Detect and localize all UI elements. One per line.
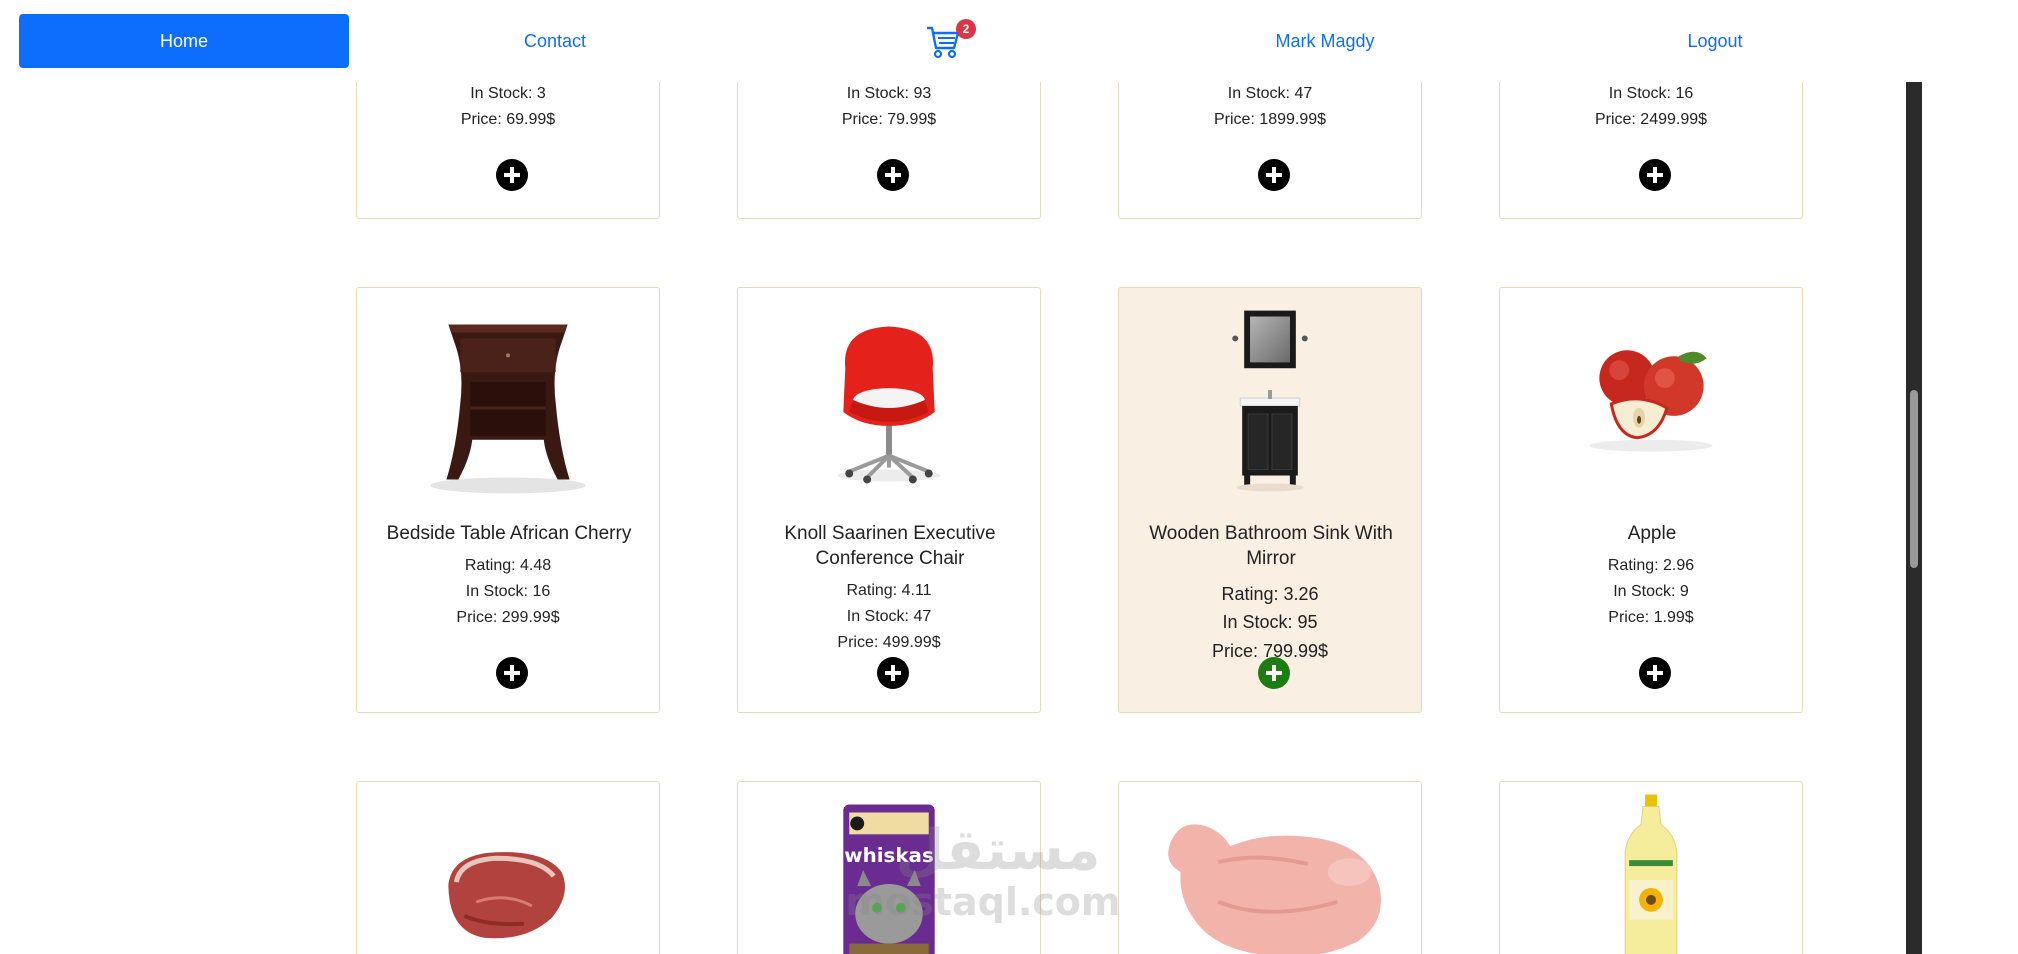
oil-bottle-image	[1624, 794, 1678, 954]
navbar: Home Contact 2 Mark Magdy Logout	[0, 0, 1922, 82]
whiskas-brand: whiskas	[844, 844, 934, 867]
cart-count-badge: 2	[956, 19, 976, 39]
product-stock: In Stock: 9	[1613, 583, 1689, 600]
product-stock: In Stock: 47	[846, 608, 932, 625]
add-to-cart-button[interactable]	[1258, 159, 1290, 191]
product-stock: In Stock: 93	[846, 85, 932, 102]
add-to-cart-button[interactable]	[877, 657, 909, 689]
add-to-cart-button[interactable]	[496, 657, 528, 689]
cart-button[interactable]: 2	[926, 19, 976, 62]
chair-image	[837, 326, 941, 484]
product-price: Price: 299.99$	[456, 609, 560, 626]
product-price: Price: 69.99$	[460, 111, 556, 128]
product-card	[1499, 781, 1803, 954]
product-card: whiskas	[737, 781, 1041, 954]
product-card: Wooden Bathroom Sink With Mirror Rating:…	[1118, 287, 1422, 713]
product-price: Price: 499.99$	[837, 634, 941, 651]
page-scrollbar[interactable]	[1906, 0, 1922, 954]
product-title: Knoll Saarinen Executive Conference Chai…	[784, 523, 996, 569]
product-title: Wooden Bathroom Sink With Mirror	[1149, 523, 1393, 569]
product-rating: Rating: 4.11	[846, 582, 932, 599]
product-stock: In Stock: 47	[1227, 85, 1313, 102]
add-to-cart-button[interactable]	[1258, 657, 1290, 689]
bedside-table-image	[430, 324, 586, 494]
nav-contact-link[interactable]: Contact	[505, 14, 605, 68]
product-price: Price: 1899.99$	[1213, 111, 1327, 128]
product-card: Apple Rating: 2.96 In Stock: 9 Price: 1.…	[1499, 287, 1803, 713]
whiskas-image: whiskas	[843, 804, 935, 954]
product-card: Knoll Saarinen Executive Conference Chai…	[737, 287, 1041, 713]
product-title: Bedside Table African Cherry	[386, 523, 632, 544]
nav-home-button[interactable]: Home	[19, 14, 349, 68]
cart-icon	[927, 26, 960, 59]
product-card	[356, 781, 660, 954]
product-stock: In Stock: 16	[465, 583, 551, 600]
chicken-image	[1168, 824, 1381, 954]
nav-user-link[interactable]: Mark Magdy	[1260, 14, 1390, 68]
product-card	[1118, 781, 1422, 954]
product-stock: In Stock: 16	[1608, 85, 1694, 102]
add-to-cart-button[interactable]	[496, 159, 528, 191]
product-price: Price: 79.99$	[841, 111, 937, 128]
product-stock: In Stock: 3	[470, 85, 546, 102]
product-rating: Rating: 3.26	[1221, 584, 1319, 604]
product-stock: In Stock: 95	[1222, 612, 1318, 632]
product-rating: Rating: 4.48	[464, 557, 552, 574]
page-viewport: Home Contact 2 Mark Magdy Logout In Stoc…	[0, 0, 1922, 954]
product-title: Apple	[1627, 523, 1677, 544]
steak-image	[448, 852, 565, 939]
add-to-cart-button[interactable]	[877, 159, 909, 191]
product-price: Price: 1.99$	[1608, 609, 1694, 626]
nav-logout-link[interactable]: Logout	[1665, 14, 1765, 68]
outside-area	[1922, 0, 2018, 954]
scroll-thumb[interactable]	[1910, 390, 1918, 568]
add-to-cart-button[interactable]	[1639, 657, 1671, 689]
add-to-cart-button[interactable]	[1639, 159, 1671, 191]
product-rating: Rating: 2.96	[1607, 557, 1695, 574]
product-card: Bedside Table African Cherry Rating: 4.4…	[356, 287, 660, 713]
bathroom-sink-image	[1232, 310, 1308, 492]
product-price: Price: 2499.99$	[1594, 111, 1708, 128]
apple-image	[1589, 350, 1713, 452]
